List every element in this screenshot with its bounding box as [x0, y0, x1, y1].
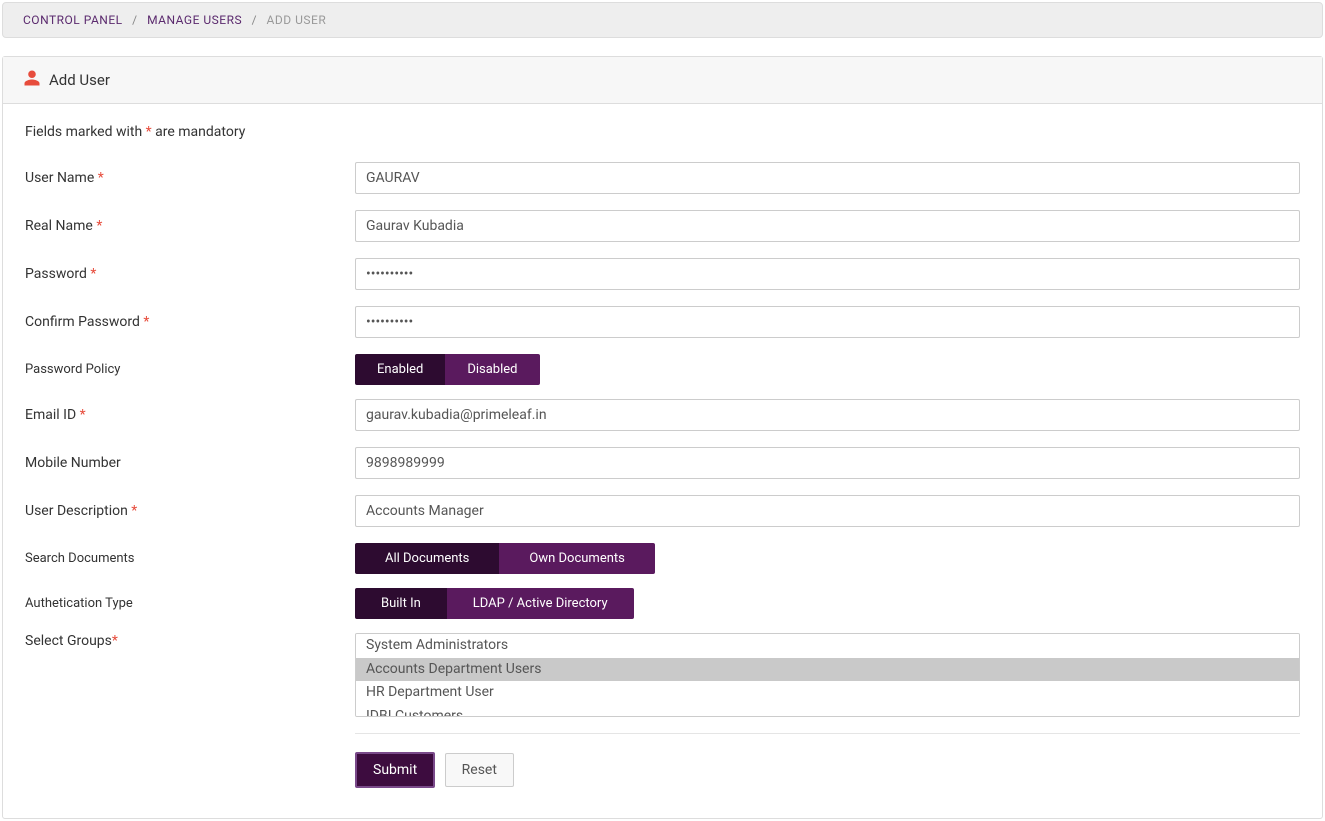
row-search-documents: Search Documents All Documents Own Docum… [25, 543, 1300, 574]
row-description: User Description * [25, 495, 1300, 527]
breadcrumb: CONTROL PANEL / MANAGE USERS / ADD USER [2, 2, 1323, 38]
auth-type-toggle: Built In LDAP / Active Directory [355, 588, 634, 619]
row-username: User Name * [25, 162, 1300, 194]
breadcrumb-current: ADD USER [267, 13, 327, 27]
row-password: Password * [25, 258, 1300, 290]
user-icon [23, 69, 41, 91]
policy-disabled-button[interactable]: Disabled [445, 354, 539, 385]
realname-input[interactable] [355, 210, 1300, 242]
search-all-button[interactable]: All Documents [355, 543, 499, 574]
breadcrumb-link-control-panel[interactable]: CONTROL PANEL [23, 13, 123, 27]
label-search-documents: Search Documents [25, 551, 355, 566]
password-input[interactable] [355, 258, 1300, 290]
mandatory-suffix: are mandatory [152, 124, 246, 140]
breadcrumb-sep: / [132, 13, 137, 27]
row-auth-type: Authetication Type Built In LDAP / Activ… [25, 588, 1300, 619]
label-auth-type: Authetication Type [25, 596, 355, 611]
groups-select[interactable]: System Administrators Accounts Departmen… [355, 633, 1300, 717]
row-confirm-password: Confirm Password * [25, 306, 1300, 338]
breadcrumb-sep: / [252, 13, 257, 27]
submit-button[interactable]: Submit [355, 752, 435, 788]
row-select-groups: Select Groups* System Administrators Acc… [25, 633, 1300, 717]
form-actions: Submit Reset [355, 733, 1300, 788]
label-username: User Name * [25, 170, 355, 186]
email-input[interactable] [355, 399, 1300, 431]
row-mobile: Mobile Number [25, 447, 1300, 479]
policy-enabled-button[interactable]: Enabled [355, 354, 445, 385]
mandatory-prefix: Fields marked with [25, 124, 146, 140]
password-policy-toggle: Enabled Disabled [355, 354, 540, 385]
add-user-panel: Add User Fields marked with * are mandat… [2, 56, 1323, 819]
mobile-input[interactable] [355, 447, 1300, 479]
group-option-idbi[interactable]: IDBI Customers [356, 705, 1299, 717]
group-option-accounts-dept[interactable]: Accounts Department Users [356, 658, 1299, 682]
label-select-groups: Select Groups* [25, 633, 355, 649]
panel-title: Add User [49, 71, 110, 89]
mandatory-note: Fields marked with * are mandatory [25, 124, 1300, 140]
label-password-policy: Password Policy [25, 362, 355, 377]
label-realname: Real Name * [25, 218, 355, 234]
reset-button[interactable]: Reset [445, 753, 514, 787]
panel-body: Fields marked with * are mandatory User … [3, 104, 1322, 818]
label-confirm-password: Confirm Password * [25, 314, 355, 330]
row-realname: Real Name * [25, 210, 1300, 242]
username-input[interactable] [355, 162, 1300, 194]
description-input[interactable] [355, 495, 1300, 527]
search-documents-toggle: All Documents Own Documents [355, 543, 655, 574]
label-description: User Description * [25, 503, 355, 519]
breadcrumb-link-manage-users[interactable]: MANAGE USERS [147, 13, 242, 27]
group-option-hr-dept[interactable]: HR Department User [356, 681, 1299, 705]
auth-ldap-button[interactable]: LDAP / Active Directory [447, 588, 634, 619]
group-option-system-admins[interactable]: System Administrators [356, 634, 1299, 658]
label-mobile: Mobile Number [25, 455, 355, 471]
label-email: Email ID * [25, 407, 355, 423]
panel-header: Add User [3, 57, 1322, 104]
confirm-password-input[interactable] [355, 306, 1300, 338]
row-email: Email ID * [25, 399, 1300, 431]
search-own-button[interactable]: Own Documents [499, 543, 654, 574]
label-password: Password * [25, 266, 355, 282]
auth-builtin-button[interactable]: Built In [355, 588, 447, 619]
row-password-policy: Password Policy Enabled Disabled [25, 354, 1300, 385]
